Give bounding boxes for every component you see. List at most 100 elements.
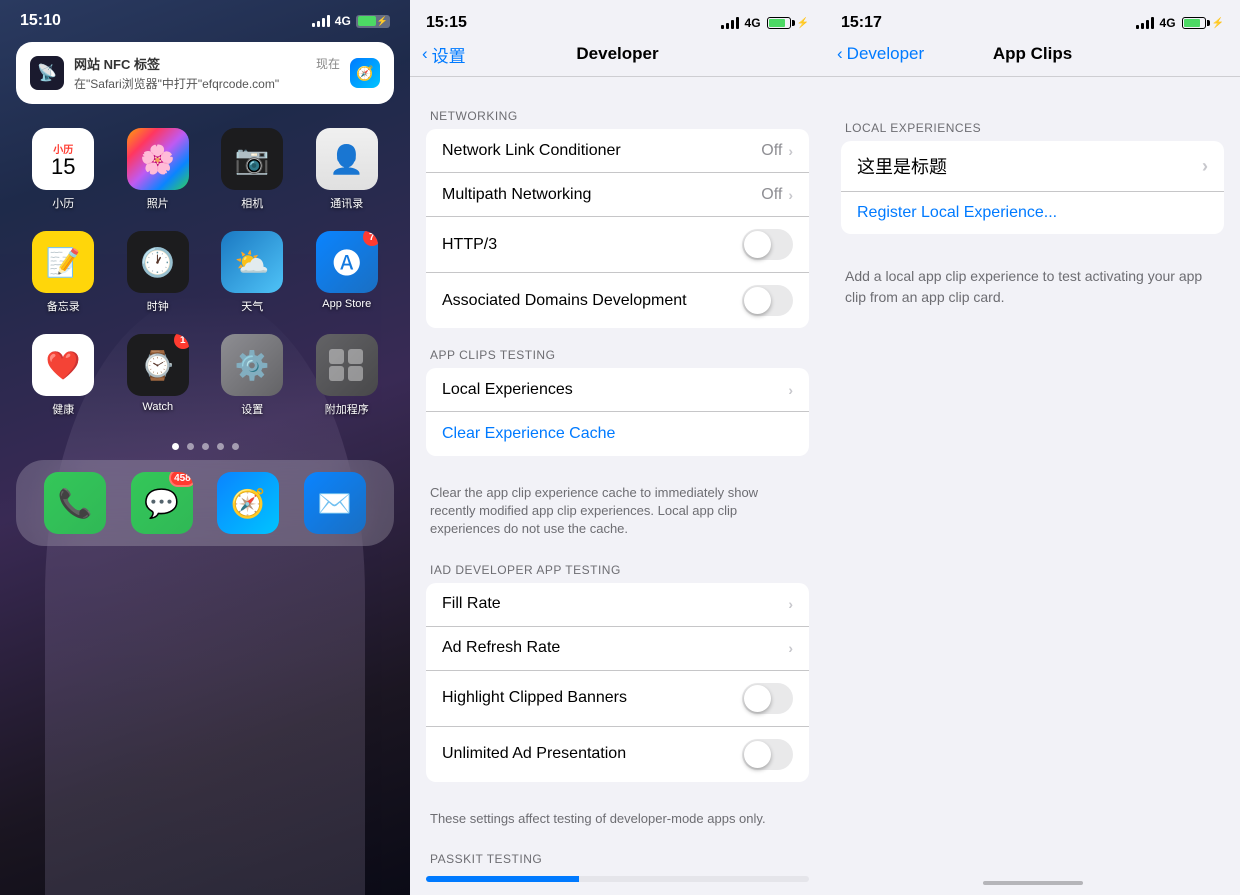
- appclips-description: Add a local app clip experience to test …: [825, 254, 1240, 320]
- multipath-networking-label: Multipath Networking: [442, 186, 591, 204]
- networking-group: Network Link Conditioner Off › Multipath…: [426, 129, 809, 328]
- local-experience-title: 这里是标题: [857, 153, 947, 179]
- developer-status-bar: 15:15 4G ⚡: [410, 0, 825, 40]
- fill-rate-chevron: ›: [788, 596, 793, 612]
- appclips-title: App Clips: [993, 44, 1072, 64]
- multipath-networking-row[interactable]: Multipath Networking Off ›: [426, 173, 809, 217]
- networking-header: NETWORKING: [410, 109, 825, 129]
- home-indicator-bar: [983, 881, 1083, 885]
- dock-safari[interactable]: 🧭: [217, 472, 279, 534]
- unlimited-ad-row[interactable]: Unlimited Ad Presentation: [426, 727, 809, 782]
- developer-battery-icon: ⚡: [767, 17, 809, 29]
- home-status-icons: 4G ⚡: [312, 14, 390, 28]
- app-label-extras: 附加程序: [325, 401, 369, 417]
- messages-badge: 458: [169, 472, 193, 487]
- app-settings[interactable]: ⚙️ 设置: [209, 334, 296, 417]
- appclips-nav-bar: ‹ Developer App Clips: [825, 40, 1240, 77]
- app-clips-header: APP CLIPS TESTING: [410, 348, 825, 368]
- passkit-header: PASSKIT TESTING: [410, 852, 825, 872]
- app-clock[interactable]: 🕐 时钟: [115, 231, 202, 314]
- home-status-bar: 15:10 4G ⚡: [0, 0, 410, 34]
- developer-back-button[interactable]: ‹ 设置: [422, 42, 466, 67]
- app-label-health: 健康: [52, 401, 74, 417]
- app-clips-group: Local Experiences › Clear Experience Cac…: [426, 368, 809, 456]
- developer-carrier: 4G: [745, 16, 761, 30]
- app-extras[interactable]: 附加程序: [304, 334, 391, 417]
- clear-cache-description: Clear the app clip experience cache to i…: [410, 476, 825, 555]
- http3-toggle[interactable]: [742, 229, 793, 260]
- fill-rate-row[interactable]: Fill Rate ›: [426, 583, 809, 627]
- appclips-carrier: 4G: [1160, 16, 1176, 30]
- app-appstore[interactable]: 🅐 7 App Store: [304, 231, 391, 314]
- nfc-app-icon: 📡: [30, 56, 64, 90]
- developer-panel: 15:15 4G ⚡ ‹ 设置 Developer N: [410, 0, 825, 895]
- page-dot-3: [217, 443, 224, 450]
- associated-domains-row[interactable]: Associated Domains Development: [426, 273, 809, 328]
- network-link-conditioner-row[interactable]: Network Link Conditioner Off ›: [426, 129, 809, 173]
- home-screen: 15:10 4G ⚡ 📡 网站 NFC 标签 现在 在"Safari浏: [0, 0, 410, 895]
- ad-refresh-rate-row[interactable]: Ad Refresh Rate ›: [426, 627, 809, 671]
- dock-messages[interactable]: 💬 458: [131, 472, 193, 534]
- nfc-title: 网站 NFC 标签: [74, 54, 160, 73]
- app-label-notes: 备忘录: [47, 298, 80, 314]
- highlight-clipped-banners-label: Highlight Clipped Banners: [442, 689, 627, 707]
- app-health[interactable]: ❤️ 健康: [20, 334, 107, 417]
- highlight-clipped-banners-toggle[interactable]: [742, 683, 793, 714]
- nfc-message: 在"Safari浏览器"中打开"efqrcode.com": [74, 75, 340, 92]
- app-label-photos: 照片: [147, 195, 169, 211]
- app-calendar[interactable]: 小历 15 小历: [20, 128, 107, 211]
- dock-phone[interactable]: 📞: [44, 472, 106, 534]
- app-grid-row2: 📝 备忘录 🕐 时钟 ⛅ 天气 🅐 7 App Store: [0, 215, 410, 330]
- app-notes[interactable]: 📝 备忘录: [20, 231, 107, 314]
- page-dot-1: [187, 443, 194, 450]
- signal-icon: [312, 15, 330, 27]
- highlight-clipped-banners-row[interactable]: Highlight Clipped Banners: [426, 671, 809, 727]
- nfc-timestamp: 现在: [316, 55, 340, 72]
- page-dot-4: [232, 443, 239, 450]
- multipath-networking-value: Off: [761, 186, 782, 204]
- developer-time: 15:15: [426, 14, 467, 32]
- ad-refresh-rate-label: Ad Refresh Rate: [442, 639, 560, 657]
- home-time: 15:10: [20, 12, 61, 30]
- ad-refresh-rate-chevron: ›: [788, 640, 793, 656]
- chevron-icon: ›: [788, 143, 793, 159]
- unlimited-ad-toggle[interactable]: [742, 739, 793, 770]
- appclips-battery-icon: ⚡: [1182, 17, 1224, 29]
- iad-description: These settings affect testing of develop…: [410, 802, 825, 844]
- developer-nav-bar: ‹ 设置 Developer: [410, 40, 825, 77]
- local-experiences-chevron: ›: [788, 382, 793, 398]
- app-watch[interactable]: ⌚ 1 Watch: [115, 334, 202, 417]
- app-label-contacts: 通讯录: [330, 195, 363, 211]
- clear-cache-row[interactable]: Clear Experience Cache: [426, 412, 809, 456]
- appclips-status-icons: 4G ⚡: [1136, 16, 1224, 30]
- dock-mail[interactable]: ✉️: [304, 472, 366, 534]
- associated-domains-toggle[interactable]: [742, 285, 793, 316]
- local-experiences-row[interactable]: Local Experiences ›: [426, 368, 809, 412]
- appclips-back-button[interactable]: ‹ Developer: [837, 44, 924, 64]
- iad-header: IAD DEVELOPER APP TESTING: [410, 563, 825, 583]
- developer-content: NETWORKING Network Link Conditioner Off …: [410, 77, 825, 895]
- app-photos[interactable]: 🌸 照片: [115, 128, 202, 211]
- app-contacts[interactable]: 👤 通讯录: [304, 128, 391, 211]
- app-camera[interactable]: 📷 相机: [209, 128, 296, 211]
- register-link[interactable]: Register Local Experience...: [841, 191, 1224, 234]
- nfc-notification[interactable]: 📡 网站 NFC 标签 现在 在"Safari浏览器"中打开"efqrcode.…: [16, 42, 394, 104]
- watch-badge: 1: [174, 334, 189, 349]
- appclips-signal-icon: [1136, 17, 1154, 29]
- developer-title: Developer: [576, 44, 658, 64]
- network-link-conditioner-label: Network Link Conditioner: [442, 142, 621, 160]
- app-label-calendar: 小历: [52, 195, 74, 211]
- http3-row[interactable]: HTTP/3: [426, 217, 809, 273]
- app-label-camera: 相机: [241, 195, 263, 211]
- network-link-conditioner-value: Off: [761, 142, 782, 160]
- app-label-appstore: App Store: [322, 298, 371, 310]
- register-link-row[interactable]: Register Local Experience...: [841, 191, 1224, 234]
- http3-label: HTTP/3: [442, 236, 497, 254]
- clear-cache-button[interactable]: Clear Experience Cache: [442, 425, 615, 443]
- appclips-content: LOCAL EXPERIENCES 这里是标题 › Register Local…: [825, 77, 1240, 875]
- local-experience-title-row[interactable]: 这里是标题 ›: [841, 141, 1224, 191]
- home-indicator: [825, 875, 1240, 895]
- passkit-scroll-bar: [426, 876, 809, 882]
- app-weather[interactable]: ⛅ 天气: [209, 231, 296, 314]
- developer-status-icons: 4G ⚡: [721, 16, 809, 30]
